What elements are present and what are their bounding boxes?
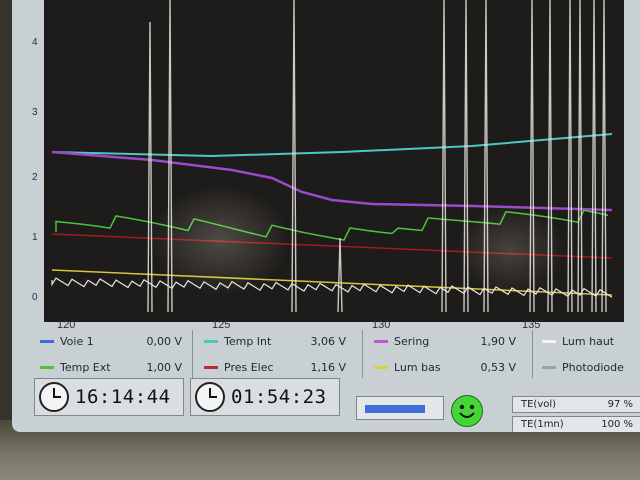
legend-separator [192, 330, 193, 378]
legend-value: 1,16 V [310, 360, 346, 374]
lum-bas-swatch [374, 365, 388, 369]
te-value: 97 % [607, 399, 633, 410]
y-tick-label: 2 [32, 172, 38, 183]
legend-label: Voie 1 [60, 334, 94, 348]
te-value: 100 % [601, 419, 633, 430]
legend-value: 1,90 V [480, 334, 516, 348]
legend-label: Sering [394, 334, 430, 348]
te-label: TE(vol) [521, 399, 557, 410]
te-1mn-readout: TE(1mn) 100 % [512, 416, 640, 432]
smiley-icon [451, 395, 483, 427]
progress-fill [365, 405, 425, 413]
legend-value: 3,06 V [310, 334, 346, 348]
y-tick-label: 4 [32, 37, 38, 48]
legend-temp-int[interactable]: Temp Int 3,06 V [204, 335, 346, 348]
legend-photodiode[interactable]: Photodiode [542, 361, 632, 374]
legend-label: Temp Ext [60, 360, 111, 374]
photodiode-swatch [542, 365, 556, 369]
legend-lum-haut[interactable]: Lum haut [542, 335, 632, 348]
x-tick-label: 135 [522, 319, 540, 328]
progress-bar [356, 396, 444, 420]
legend-value: 0,53 V [480, 360, 516, 374]
legend-group-4: Lum haut Photodiode [542, 328, 632, 380]
elapsed-timer: 01:54:23 [190, 378, 340, 416]
legend-pres-elec[interactable]: Pres Elec 1,16 V [204, 361, 346, 374]
legend-separator [362, 330, 363, 378]
voie1-swatch [40, 339, 54, 343]
elapsed-time: 01:54:23 [231, 386, 327, 408]
lum-haut-swatch [542, 339, 556, 343]
y-tick-label: 1 [32, 232, 38, 243]
legend-sering[interactable]: Sering 1,90 V [374, 335, 516, 348]
legend-label: Lum haut [562, 334, 615, 348]
y-tick-label: 3 [32, 107, 38, 118]
legend-group-2: Temp Int 3,06 V Pres Elec 1,16 V [204, 328, 346, 380]
legend-group-3: Sering 1,90 V Lum bas 0,53 V [374, 328, 516, 380]
te-vol-readout: TE(vol) 97 % [512, 396, 640, 413]
clock-icon [39, 382, 69, 412]
legend-label: Lum bas [394, 360, 441, 374]
chart-plot[interactable]: 0 1 2 3 4 120 125 130 135 [12, 0, 640, 328]
legend-value: 1,00 V [146, 360, 182, 374]
stopwatch-icon [195, 382, 225, 412]
legend-label: Pres Elec [224, 360, 274, 374]
sering-swatch [374, 339, 388, 343]
legend-separator [532, 330, 533, 378]
legend-label: Temp Int [224, 334, 272, 348]
legend-group-1: Voie 1 0,00 V Temp Ext 1,00 V [40, 328, 182, 380]
legend-voie-1[interactable]: Voie 1 0,00 V [40, 335, 182, 348]
legend-lum-bas[interactable]: Lum bas 0,53 V [374, 361, 516, 374]
x-tick-label: 130 [372, 319, 390, 328]
y-tick-label: 0 [32, 292, 38, 303]
x-tick-label: 120 [57, 319, 75, 328]
x-tick-label: 125 [212, 319, 230, 328]
clock-time: 16:14:44 [75, 386, 171, 408]
te-label: TE(1mn) [521, 419, 564, 430]
legend-temp-ext[interactable]: Temp Ext 1,00 V [40, 361, 182, 374]
temp-int-swatch [204, 339, 218, 343]
temp-ext-swatch [40, 365, 54, 369]
legend-value: 0,00 V [146, 334, 182, 348]
pres-elec-swatch [204, 365, 218, 369]
clock-display: 16:14:44 [34, 378, 184, 416]
acquisition-window: 0 1 2 3 4 120 125 130 135 Voie 1 0,00 V Temp Ext… [12, 0, 640, 432]
legend-label: Photodiode [562, 360, 624, 374]
